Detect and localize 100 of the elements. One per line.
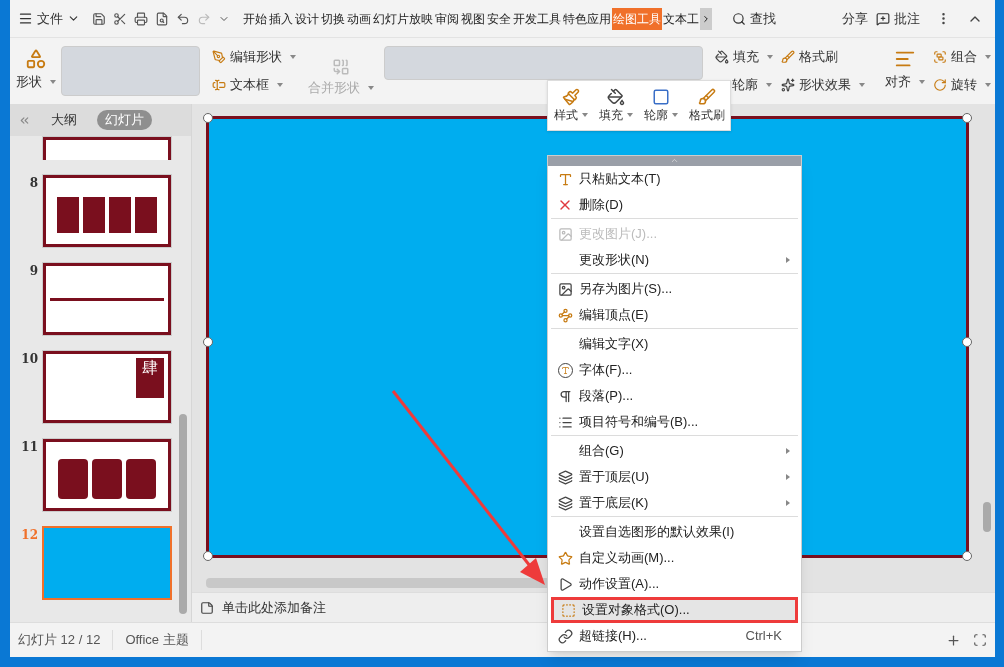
edit-shape-button[interactable]: 编辑形状 xyxy=(207,45,300,69)
menu-item[interactable]: 另存为图片(S)... xyxy=(551,273,798,302)
undo-icon[interactable] xyxy=(176,11,190,26)
layers-icon xyxy=(557,469,573,485)
scrollbar[interactable] xyxy=(179,414,187,614)
menu-item[interactable]: 超链接(H)... Ctrl+K xyxy=(551,623,798,649)
fill-button[interactable]: 填充 xyxy=(711,45,777,69)
scroll-right-icon[interactable] xyxy=(700,7,712,30)
menu-item[interactable]: 编辑顶点(E) xyxy=(551,302,798,328)
slide-number: 11 xyxy=(20,439,38,456)
mini-toolbar-button[interactable]: 填充 xyxy=(598,87,633,124)
print-icon[interactable] xyxy=(134,11,148,26)
zoom-in-icon[interactable] xyxy=(946,632,961,648)
paragraph-icon xyxy=(557,388,573,404)
mini-toolbar-button[interactable]: 格式刷 xyxy=(688,87,725,124)
format-painter-button[interactable]: 格式刷 xyxy=(777,45,869,69)
menu-item[interactable]: 项目符号和编号(B)... xyxy=(551,409,798,435)
mini-toolbar-button[interactable]: 样式 xyxy=(553,87,588,124)
paintbrush-icon xyxy=(561,87,580,106)
ribbon-tab[interactable]: 设计 xyxy=(294,7,320,30)
menu-item[interactable]: 动作设置(A)... xyxy=(551,571,798,597)
submenu-arrow-icon xyxy=(786,448,790,454)
scrollbar[interactable] xyxy=(983,502,991,532)
slide-thumbnail[interactable] xyxy=(42,526,172,600)
menu-item[interactable]: 更改形状(N) xyxy=(551,247,798,273)
ribbon-tab[interactable]: 开始 xyxy=(242,7,268,30)
caret-icon xyxy=(766,83,772,87)
fit-icon[interactable] xyxy=(973,633,987,647)
ribbon-tab[interactable]: 文本工 xyxy=(662,7,700,30)
rotate-button[interactable]: 旋转 xyxy=(929,73,995,97)
slide-thumbnail[interactable] xyxy=(42,438,172,512)
ribbon-tab[interactable]: 开发工具 xyxy=(512,7,562,30)
shape-effects-button[interactable]: 形状效果 xyxy=(777,73,869,97)
ribbon-tab[interactable]: 切换 xyxy=(320,7,346,30)
resize-handle[interactable] xyxy=(962,113,972,123)
menu-item[interactable]: 段落(P)... xyxy=(551,383,798,409)
group-button[interactable]: 组合 xyxy=(929,45,995,69)
play-icon xyxy=(557,576,573,592)
slide-number: 9 xyxy=(28,263,38,280)
menu-item[interactable]: 置于顶层(U) xyxy=(551,464,798,490)
ribbon-tab[interactable]: 幻灯片放映 xyxy=(372,7,434,30)
paint-bucket-icon xyxy=(715,50,729,64)
caret-icon xyxy=(767,55,773,59)
caret-icon xyxy=(626,112,633,117)
resize-handle[interactable] xyxy=(203,113,213,123)
caret-icon xyxy=(985,55,991,59)
slide-thumbnail[interactable] xyxy=(42,174,172,248)
caret-icon xyxy=(859,83,865,87)
menu-item[interactable]: 设置自选图形的默认效果(I) xyxy=(551,516,798,545)
align-button[interactable]: 对齐 xyxy=(881,70,929,94)
brush-icon xyxy=(697,87,716,106)
theme-name: Office 主题 xyxy=(113,630,202,650)
preview-icon[interactable] xyxy=(155,11,169,26)
star-icon xyxy=(557,550,573,566)
caret-icon xyxy=(367,86,374,90)
scissors-icon[interactable] xyxy=(113,11,127,26)
ribbon-tab[interactable]: 审阅 xyxy=(434,7,460,30)
menu-item[interactable]: 置于底层(K) xyxy=(551,490,798,516)
text-box-button[interactable]: 文本框 xyxy=(207,73,300,97)
comment-button[interactable]: 批注 xyxy=(876,8,920,29)
file-menu-button[interactable]: 文件 xyxy=(18,8,80,29)
menu-item[interactable]: 删除(D) xyxy=(551,192,798,218)
shape-button[interactable]: 形状 xyxy=(12,70,61,94)
ribbon-tab[interactable]: 特色应用 xyxy=(562,7,612,30)
slide-heading: 肆 xyxy=(142,358,158,379)
search-button[interactable]: 查找 xyxy=(732,8,776,29)
text-box-icon xyxy=(211,78,226,92)
slide-thumbnail[interactable]: 肆 xyxy=(42,350,172,424)
ribbon-tab[interactable]: 视图 xyxy=(460,7,486,30)
menu-item[interactable]: 组合(G) xyxy=(551,435,798,464)
ribbon-tab[interactable]: 安全 xyxy=(486,7,512,30)
slide-number: 12 xyxy=(20,527,38,544)
caret-icon xyxy=(985,83,991,87)
save-icon[interactable] xyxy=(92,11,106,26)
caret-icon xyxy=(581,112,588,117)
link-icon xyxy=(557,628,573,644)
brush-icon xyxy=(781,50,795,64)
menu-item[interactable]: 字体(F)... xyxy=(551,357,798,383)
resize-handle[interactable] xyxy=(962,337,972,347)
resize-handle[interactable] xyxy=(203,551,213,561)
notes-placeholder[interactable]: 单击此处添加备注 xyxy=(222,597,326,618)
slide-thumbnail[interactable] xyxy=(42,262,172,336)
menu-item[interactable]: 设置对象格式(O)... xyxy=(551,597,798,623)
resize-handle[interactable] xyxy=(962,551,972,561)
menu-item[interactable]: 编辑文字(X) xyxy=(551,328,798,357)
ribbon-tab[interactable]: 动画 xyxy=(346,7,372,30)
list-icon xyxy=(557,414,573,430)
search-icon xyxy=(732,11,746,26)
ribbon-tab[interactable]: 插入 xyxy=(268,7,294,30)
resize-handle[interactable] xyxy=(203,337,213,347)
menu-item[interactable]: 只粘贴文本(T) xyxy=(551,166,798,192)
mini-toolbar-button[interactable]: 轮廓 xyxy=(643,87,678,124)
panel-tab[interactable]: 大纲 xyxy=(43,110,85,130)
pen-icon xyxy=(211,50,226,64)
caret-icon xyxy=(671,112,678,117)
share-button[interactable]: 分享 xyxy=(842,8,868,29)
square-icon xyxy=(651,87,670,106)
menu-icon xyxy=(18,11,33,26)
slide-number: 10 xyxy=(20,351,38,368)
menu-item[interactable]: 自定义动画(M)... xyxy=(551,545,798,571)
